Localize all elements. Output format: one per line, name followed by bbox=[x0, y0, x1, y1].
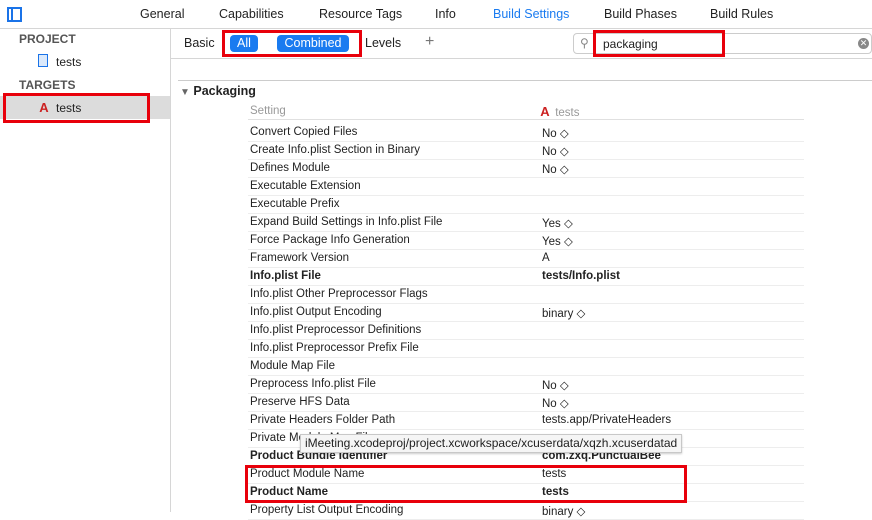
divider bbox=[178, 80, 872, 81]
project-header: PROJECT bbox=[19, 32, 76, 46]
group-title: Packaging bbox=[193, 84, 256, 98]
table-row[interactable]: Executable Prefix bbox=[248, 196, 804, 214]
tab-capabilities[interactable]: Capabilities bbox=[219, 7, 284, 21]
tab-general[interactable]: General bbox=[140, 7, 184, 21]
setting-name: Info.plist Output Encoding bbox=[250, 306, 382, 318]
table-row[interactable]: Preserve HFS Data No ◇ bbox=[248, 394, 804, 412]
packaging-group-header[interactable]: ▼ Packaging bbox=[180, 84, 256, 98]
table-row[interactable]: Create Info.plist Section in Binary No ◇ bbox=[248, 142, 804, 160]
setting-value[interactable]: Yes ◇ bbox=[542, 234, 573, 248]
levels-button[interactable]: Levels bbox=[365, 36, 401, 50]
setting-name: Private Headers Folder Path bbox=[250, 414, 396, 426]
targets-header: TARGETS bbox=[19, 78, 76, 92]
highlight-box bbox=[3, 93, 150, 123]
search-icon: ⚲ bbox=[580, 36, 589, 50]
setting-name: Defines Module bbox=[250, 162, 330, 174]
setting-name: Executable Prefix bbox=[250, 198, 340, 210]
setting-value[interactable]: Yes ◇ bbox=[542, 216, 573, 230]
table-row[interactable]: Info.plist File tests/Info.plist bbox=[248, 268, 804, 286]
setting-name: Framework Version bbox=[250, 252, 350, 264]
highlight-box bbox=[222, 30, 362, 57]
tab-info[interactable]: Info bbox=[435, 7, 456, 21]
tab-build-settings[interactable]: Build Settings bbox=[493, 7, 569, 21]
setting-name: Module Map File bbox=[250, 360, 336, 372]
table-row[interactable]: Property List Output Encoding binary ◇ bbox=[248, 502, 804, 520]
disclosure-triangle-icon[interactable]: ▼ bbox=[180, 87, 190, 98]
setting-value[interactable]: No ◇ bbox=[542, 126, 569, 140]
setting-name: Property List Output Encoding bbox=[250, 504, 404, 516]
path-tooltip: iMeeting.xcodeproj/project.xcworkspace/x… bbox=[300, 434, 683, 453]
app-target-icon: A bbox=[540, 104, 550, 119]
add-setting-button[interactable]: + bbox=[425, 33, 434, 51]
setting-column-header: Setting bbox=[250, 105, 286, 117]
setting-value[interactable]: No ◇ bbox=[542, 144, 569, 158]
setting-value[interactable]: binary ◇ bbox=[542, 504, 585, 518]
table-row[interactable]: Defines Module No ◇ bbox=[248, 160, 804, 178]
table-row[interactable]: Executable Extension bbox=[248, 178, 804, 196]
project-file-icon bbox=[38, 54, 48, 67]
setting-name: Executable Extension bbox=[250, 180, 361, 192]
table-row[interactable]: Info.plist Preprocessor Prefix File bbox=[248, 340, 804, 358]
setting-value[interactable]: tests.app/PrivateHeaders bbox=[542, 414, 671, 426]
clear-search-icon[interactable]: ✕ bbox=[858, 38, 869, 49]
table-row[interactable]: Private Headers Folder Path tests.app/Pri… bbox=[248, 412, 804, 430]
setting-value[interactable]: No ◇ bbox=[542, 162, 569, 176]
tab-build-phases[interactable]: Build Phases bbox=[604, 7, 677, 21]
tab-build-rules[interactable]: Build Rules bbox=[710, 7, 773, 21]
setting-name: Expand Build Settings in Info.plist File bbox=[250, 216, 443, 228]
table-row[interactable]: Info.plist Preprocessor Definitions bbox=[248, 322, 804, 340]
table-row[interactable]: Framework Version A bbox=[248, 250, 804, 268]
setting-name: Preserve HFS Data bbox=[250, 396, 350, 408]
setting-name: Create Info.plist Section in Binary bbox=[250, 144, 421, 156]
highlight-box bbox=[593, 30, 725, 57]
toggle-navigator-icon[interactable] bbox=[7, 7, 22, 22]
sidebar-item-project-tests[interactable]: tests bbox=[56, 55, 81, 69]
table-row[interactable]: Info.plist Other Preprocessor Flags bbox=[248, 286, 804, 304]
setting-name: Force Package Info Generation bbox=[250, 234, 410, 246]
setting-name: Info.plist Other Preprocessor Flags bbox=[250, 288, 428, 300]
table-row[interactable]: Convert Copied Files No ◇ bbox=[248, 124, 804, 142]
setting-value[interactable]: No ◇ bbox=[542, 378, 569, 392]
editor-tab-bar: General Capabilities Resource Tags Info … bbox=[0, 0, 872, 29]
setting-name: Info.plist Preprocessor Prefix File bbox=[250, 342, 419, 354]
setting-name: Preprocess Info.plist File bbox=[250, 378, 376, 390]
setting-name: Info.plist Preprocessor Definitions bbox=[250, 324, 422, 336]
basic-button[interactable]: Basic bbox=[184, 36, 215, 50]
highlight-box bbox=[245, 465, 687, 503]
table-row[interactable]: Preprocess Info.plist File No ◇ bbox=[248, 376, 804, 394]
setting-name: Info.plist File bbox=[250, 270, 321, 282]
setting-value[interactable]: A bbox=[542, 252, 550, 264]
setting-value[interactable]: binary ◇ bbox=[542, 306, 585, 320]
setting-value[interactable]: No ◇ bbox=[542, 396, 569, 410]
table-row[interactable]: Module Map File bbox=[248, 358, 804, 376]
table-row[interactable]: Info.plist Output Encoding binary ◇ bbox=[248, 304, 804, 322]
setting-name: Convert Copied Files bbox=[250, 126, 358, 138]
target-column-header: tests bbox=[555, 107, 580, 119]
tab-resource-tags[interactable]: Resource Tags bbox=[319, 7, 402, 21]
table-row[interactable]: Force Package Info Generation Yes ◇ bbox=[248, 232, 804, 250]
setting-value[interactable]: tests/Info.plist bbox=[542, 270, 620, 282]
table-row[interactable]: Expand Build Settings in Info.plist File… bbox=[248, 214, 804, 232]
